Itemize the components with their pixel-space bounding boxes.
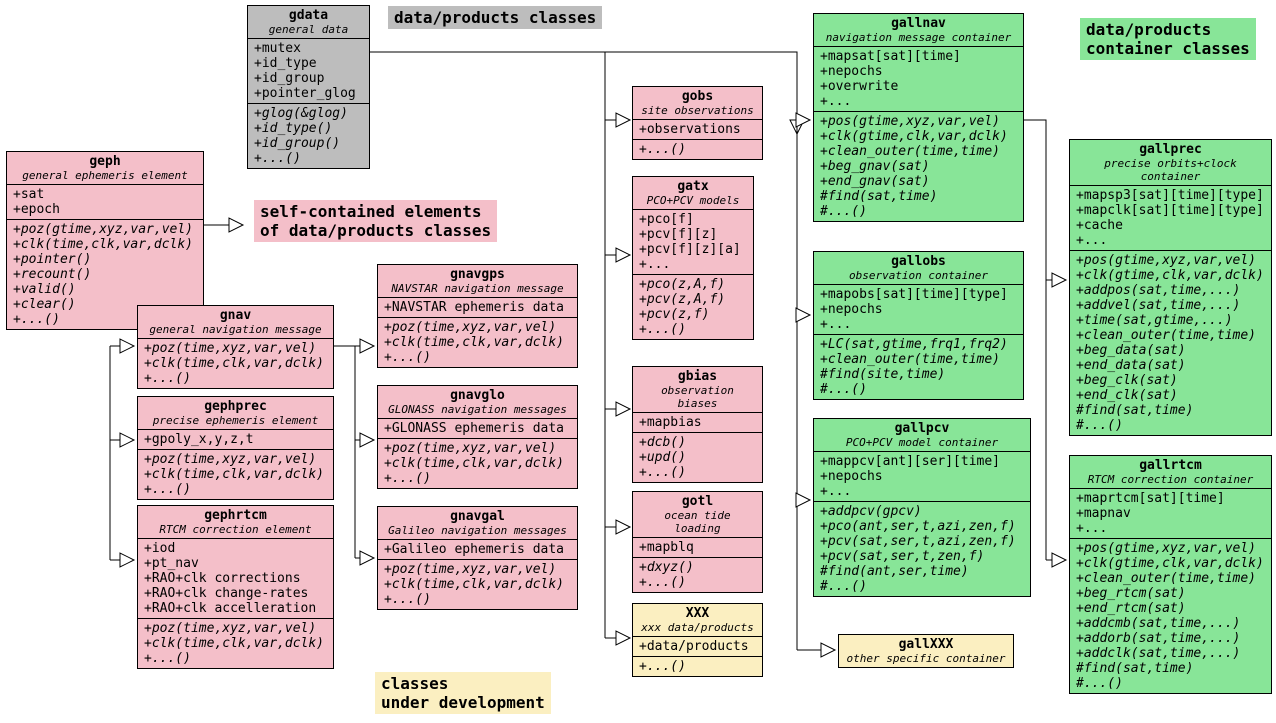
class-methods: +poz(time,xyz,var,vel) +clk(time,clk,var… — [138, 450, 333, 499]
class-attrs: +mappcv[ant][ser][time] +nepochs +... — [814, 452, 1030, 502]
class-methods: +pos(gtime,xyz,var,vel) +clk(gtime,clk,v… — [1070, 251, 1271, 435]
label-selfcontained: self-contained elements of data/products… — [254, 200, 497, 242]
class-attrs: +NAVSTAR ephemeris data — [378, 298, 577, 318]
class-gallxxx: gallXXX other specific container — [838, 634, 1014, 668]
class-desc: PCO+PCV models — [633, 194, 753, 210]
label-containers: data/products container classes — [1080, 18, 1256, 60]
class-methods: +dxyz() +...() — [633, 558, 762, 592]
class-attrs: +mapsp3[sat][time][type] +mapclk[sat][ti… — [1070, 186, 1271, 251]
class-name: gallrtcm — [1070, 456, 1271, 473]
class-name: gallXXX — [839, 635, 1013, 652]
class-desc: other specific container — [839, 652, 1013, 667]
class-gotl: gotl ocean tide loading +mapblq +dxyz() … — [632, 491, 763, 593]
class-methods: +pco(z,A,f) +pcv(z,A,f) +pcv(z,f) +...() — [633, 275, 753, 339]
class-methods: +poz(time,xyz,var,vel) +clk(time,clk,var… — [138, 339, 333, 388]
class-methods: +poz(time,xyz,var,vel) +clk(time,clk,var… — [378, 439, 577, 488]
class-name: gallpcv — [814, 419, 1030, 436]
class-name: gobs — [633, 87, 762, 104]
class-name: gnav — [138, 306, 333, 323]
class-attrs: +mapobs[sat][time][type] +nepochs +... — [814, 285, 1023, 335]
class-attrs: +gpoly_x,y,z,t — [138, 430, 333, 450]
class-gephprec: gephprec precise ephemeris element +gpol… — [137, 396, 334, 500]
class-attrs: +iod +pt_nav +RAO+clk corrections +RAO+c… — [138, 539, 333, 619]
class-desc: precise ephemeris element — [138, 414, 333, 430]
class-gatx: gatx PCO+PCV models +pco[f] +pcv[f][z] +… — [632, 176, 754, 340]
class-methods: +...() — [633, 657, 762, 676]
class-name: gdata — [248, 6, 369, 23]
class-methods: +glog(&glog) +id_type() +id_group() +...… — [248, 104, 369, 168]
class-attrs: +pco[f] +pcv[f][z] +pcv[f][z][a] +... — [633, 210, 753, 275]
class-methods: +pos(gtime,xyz,var,vel) +clk(gtime,clk,v… — [814, 112, 1023, 221]
class-desc: Galileo navigation messages — [378, 524, 577, 540]
class-attrs: +GLONASS ephemeris data — [378, 419, 577, 439]
class-gallprec: gallprec precise orbits+clock container … — [1069, 139, 1272, 436]
class-name: gbias — [633, 367, 762, 384]
class-desc: GLONASS navigation messages — [378, 403, 577, 419]
class-attrs: +Galileo ephemeris data — [378, 540, 577, 560]
class-desc: general ephemeris element — [7, 169, 203, 185]
class-attrs: +sat +epoch — [7, 185, 203, 220]
class-name: gatx — [633, 177, 753, 194]
class-methods: +poz(time,xyz,var,vel) +clk(time,clk,var… — [378, 560, 577, 609]
class-methods: +addpcv(gpcv) +pco(ant,ser,t,azi,zen,f) … — [814, 502, 1030, 596]
class-gallrtcm: gallrtcm RTCM correction container +mapr… — [1069, 455, 1272, 694]
label-dataproducts: data/products classes — [388, 6, 602, 29]
class-methods: +...() — [633, 140, 762, 159]
class-name: gnavgps — [378, 265, 577, 282]
class-desc: PCO+PCV model container — [814, 436, 1030, 452]
class-gdata: gdata general data +mutex +id_type +id_g… — [247, 5, 370, 169]
class-name: gotl — [633, 492, 762, 509]
class-name: gnavglo — [378, 386, 577, 403]
class-methods: +poz(time,xyz,var,vel) +clk(time,clk,var… — [378, 318, 577, 367]
class-gallnav: gallnav navigation message container +ma… — [813, 13, 1024, 222]
class-gnav: gnav general navigation message +poz(tim… — [137, 305, 334, 389]
class-desc: general navigation message — [138, 323, 333, 339]
class-methods: +pos(gtime,xyz,var,vel) +clk(gtime,clk,v… — [1070, 539, 1271, 693]
class-gephrtcm: gephrtcm RTCM correction element +iod +p… — [137, 505, 334, 669]
class-desc: observation biases — [633, 384, 762, 413]
class-attrs: +mapsat[sat][time] +nepochs +overwrite +… — [814, 47, 1023, 112]
class-desc: navigation message container — [814, 31, 1023, 47]
class-desc: ocean tide loading — [633, 509, 762, 538]
class-geph: geph general ephemeris element +sat +epo… — [6, 151, 204, 330]
class-desc: observation container — [814, 269, 1023, 285]
label-underdev: classes under development — [375, 672, 551, 714]
class-desc: xxx data/products — [633, 621, 762, 637]
class-desc: precise orbits+clock container — [1070, 157, 1271, 186]
class-gallpcv: gallpcv PCO+PCV model container +mappcv[… — [813, 418, 1031, 597]
class-name: geph — [7, 152, 203, 169]
class-attrs: +data/products — [633, 637, 762, 657]
class-desc: general data — [248, 23, 369, 39]
class-desc: RTCM correction container — [1070, 473, 1271, 489]
class-gnavgps: gnavgps NAVSTAR navigation message +NAVS… — [377, 264, 578, 368]
class-methods: +LC(sat,gtime,frq1,frq2) +clean_outer(ti… — [814, 335, 1023, 399]
class-methods: +poz(time,xyz,var,vel) +clk(time,clk,var… — [138, 619, 333, 668]
class-name: gephprec — [138, 397, 333, 414]
class-methods: +dcb() +upd() +...() — [633, 433, 762, 482]
class-gobs: gobs site observations +observations +..… — [632, 86, 763, 160]
class-attrs: +observations — [633, 120, 762, 140]
class-desc: site observations — [633, 104, 762, 120]
class-name: gallobs — [814, 252, 1023, 269]
class-attrs: +mutex +id_type +id_group +pointer_glog — [248, 39, 369, 104]
class-gnavglo: gnavglo GLONASS navigation messages +GLO… — [377, 385, 578, 489]
class-attrs: +mapbias — [633, 413, 762, 433]
class-name: gnavgal — [378, 507, 577, 524]
class-desc: RTCM correction element — [138, 523, 333, 539]
class-desc: NAVSTAR navigation message — [378, 282, 577, 298]
class-gallobs: gallobs observation container +mapobs[sa… — [813, 251, 1024, 400]
class-name: XXX — [633, 604, 762, 621]
class-gbias: gbias observation biases +mapbias +dcb()… — [632, 366, 763, 483]
class-xxx: XXX xxx data/products +data/products +..… — [632, 603, 763, 677]
class-name: gallprec — [1070, 140, 1271, 157]
class-name: gephrtcm — [138, 506, 333, 523]
class-gnavgal: gnavgal Galileo navigation messages +Gal… — [377, 506, 578, 610]
class-attrs: +mapblq — [633, 538, 762, 558]
class-attrs: +maprtcm[sat][time] +mapnav +... — [1070, 489, 1271, 539]
class-name: gallnav — [814, 14, 1023, 31]
